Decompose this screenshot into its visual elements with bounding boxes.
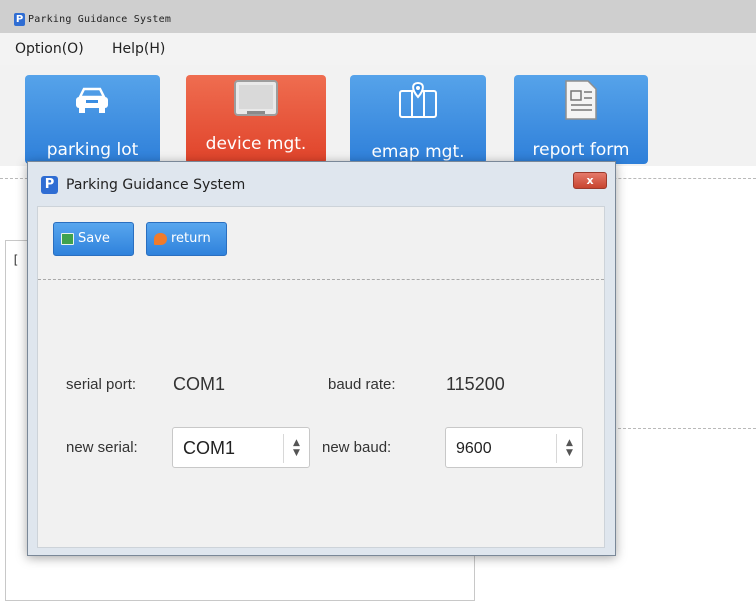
dialog-body: Save return serial port: COM1 baud rate:… — [37, 206, 605, 548]
document-icon — [565, 80, 597, 120]
monitor-icon — [234, 80, 278, 116]
baud-rate-label: baud rate: — [328, 376, 396, 393]
new-baud-label: new baud: — [322, 439, 392, 456]
save-icon — [61, 233, 74, 245]
main-window-title: Parking Guidance System — [28, 14, 172, 25]
tree-node-bracket: [ — [12, 253, 20, 267]
car-icon — [76, 87, 108, 113]
main-title-bar: P Parking Guidance System — [0, 0, 756, 33]
parking-lot-button[interactable]: parking lot — [25, 75, 160, 164]
menu-option[interactable]: Option(O) — [15, 39, 84, 59]
dialog-divider — [38, 279, 604, 280]
parking-lot-label: parking lot — [46, 140, 139, 160]
device-mgt-label: device mgt. — [205, 134, 307, 154]
save-button[interactable]: Save — [53, 222, 134, 256]
emap-mgt-button[interactable]: emap mgt. — [350, 75, 486, 164]
report-form-button[interactable]: report form — [514, 75, 648, 164]
return-arrow-icon — [154, 233, 167, 245]
new-serial-label: new serial: — [66, 439, 138, 456]
save-button-label: Save — [78, 231, 110, 246]
new-serial-value: COM1 — [183, 438, 236, 458]
emap-mgt-label: emap mgt. — [371, 142, 465, 162]
new-baud-select[interactable]: 9600 ▲ ▼ — [445, 427, 583, 468]
parking-p-icon: P — [14, 13, 25, 26]
report-form-label: report form — [532, 140, 630, 160]
menu-bar: Option(O) Help(H) — [0, 33, 756, 65]
chevron-up-down-icon: ▲ ▼ — [283, 434, 309, 463]
dialog-title-bar[interactable]: P Parking Guidance System x — [28, 162, 615, 206]
return-button[interactable]: return — [146, 222, 227, 256]
parking-p-icon: P — [41, 176, 58, 194]
map-pin-icon — [399, 81, 437, 118]
serial-port-label: serial port: — [66, 376, 137, 393]
device-mgt-button[interactable]: device mgt. — [186, 75, 326, 164]
new-baud-value: 9600 — [456, 440, 492, 457]
chevron-up-down-icon: ▲ ▼ — [556, 434, 582, 463]
baud-rate-value: 115200 — [446, 374, 505, 394]
return-button-label: return — [171, 231, 211, 246]
new-serial-select[interactable]: COM1 ▲ ▼ — [172, 427, 310, 468]
serial-port-value: COM1 — [173, 374, 226, 394]
menu-help[interactable]: Help(H) — [112, 39, 165, 59]
dialog-close-button[interactable]: x — [573, 172, 607, 189]
port-settings-dialog: P Parking Guidance System x Save return … — [27, 161, 616, 556]
dialog-title: Parking Guidance System — [66, 177, 246, 193]
